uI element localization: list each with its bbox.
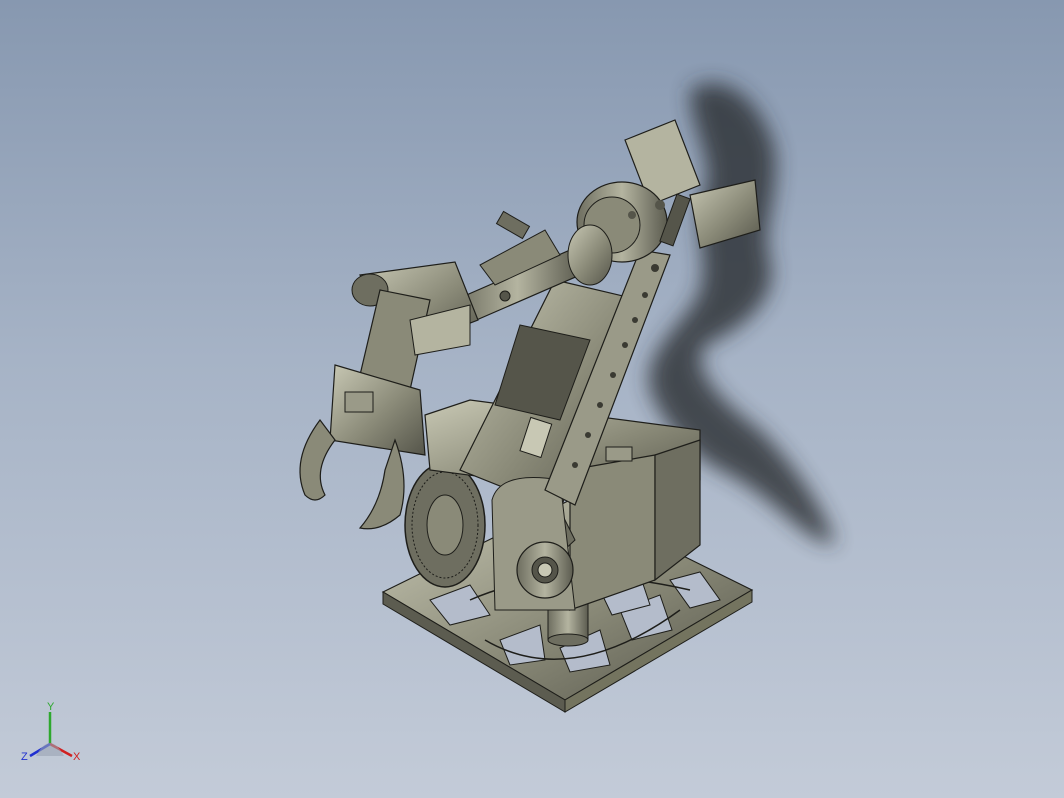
3d-viewport[interactable]: Y X Z	[0, 0, 1064, 798]
robot-arm-model[interactable]	[0, 0, 1064, 798]
gripper[interactable]	[299, 364, 426, 530]
wrist-assembly[interactable]	[351, 261, 479, 391]
triad-cone-icon	[36, 743, 64, 756]
base-gear[interactable]	[404, 462, 486, 588]
y-axis-label: Y	[47, 701, 55, 713]
x-axis-label: X	[73, 751, 81, 763]
axis-triad[interactable]: Y X Z	[18, 700, 88, 772]
z-axis-label: Z	[21, 751, 28, 763]
